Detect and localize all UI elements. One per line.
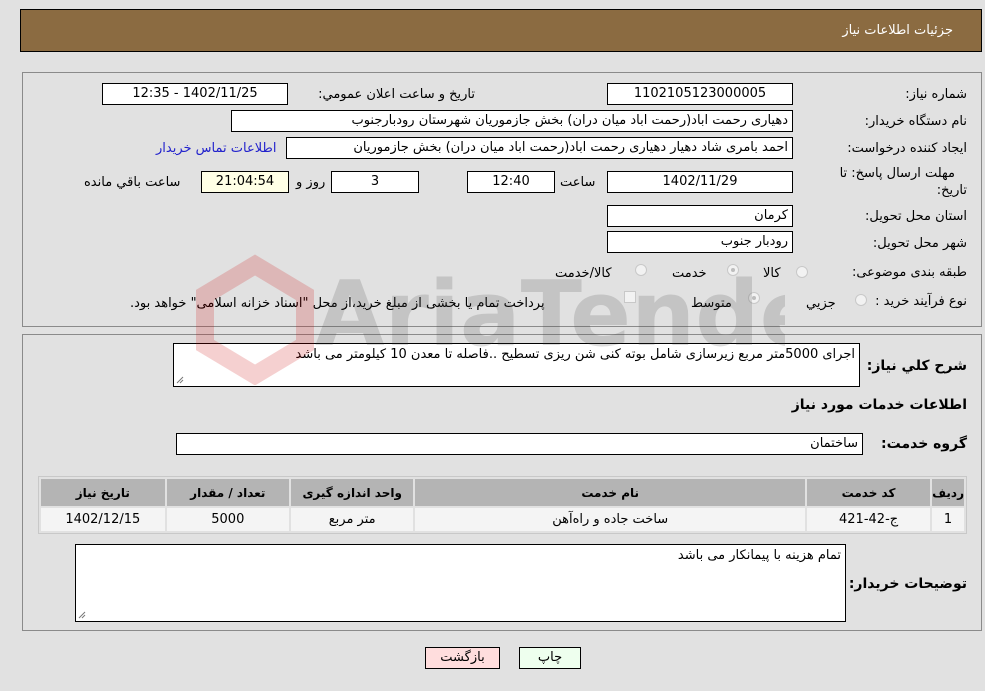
- cell-need-date: 1402/12/15: [41, 508, 165, 531]
- resize-grip-icon[interactable]: [78, 611, 86, 619]
- col-service-name: نام خدمت: [415, 479, 806, 506]
- need-number-label: شماره نیاز:: [905, 87, 967, 102]
- resize-grip-icon[interactable]: [176, 376, 184, 384]
- description-text: اجرای 5000متر مربع زیرسازی شامل بوته کنی…: [295, 347, 855, 362]
- remaining-days-field[interactable]: 3: [331, 171, 419, 193]
- category-radio-goods-service[interactable]: [635, 264, 647, 276]
- description-textarea[interactable]: اجرای 5000متر مربع زیرسازی شامل بوته کنی…: [173, 343, 860, 387]
- creator-field[interactable]: احمد بامری شاد دهیار دهیاری رحمت اباد(رح…: [286, 137, 793, 159]
- process-option-medium: متوسط: [691, 296, 732, 311]
- cell-row-number: 1: [932, 508, 964, 531]
- city-label: شهر محل تحویل:: [872, 236, 967, 251]
- col-service-code: کد خدمت: [807, 479, 931, 506]
- col-unit: واحد اندازه گیری: [291, 479, 414, 506]
- category-radio-service[interactable]: [727, 264, 739, 276]
- announce-datetime-label: تاریخ و ساعت اعلان عمومي:: [318, 87, 475, 102]
- category-option-service: خدمت: [672, 266, 707, 281]
- category-label: طبقه بندی موضوعی:: [851, 265, 967, 280]
- buyer-contact-link[interactable]: اطلاعات تماس خريدار: [156, 141, 276, 156]
- buyer-notes-textarea[interactable]: تمام هزینه با پیمانکار می باشد: [75, 544, 846, 622]
- services-table: ردیف کد خدمت نام خدمت واحد اندازه گیری ت…: [38, 476, 967, 534]
- table-row: 1 ج-42-421 ساخت جاده و راه‌آهن متر مربع …: [41, 508, 964, 531]
- remaining-time-label: ساعت باقي مانده: [84, 175, 181, 190]
- creator-label: ایجاد کننده درخواست:: [847, 141, 967, 156]
- cell-service-code: ج-42-421: [807, 508, 931, 531]
- province-field[interactable]: کرمان: [607, 205, 793, 227]
- province-label: استان محل تحویل:: [865, 209, 967, 224]
- process-radio-medium[interactable]: [748, 292, 760, 304]
- process-type-label: نوع فرآیند خرید :: [875, 294, 967, 309]
- table-header-row: ردیف کد خدمت نام خدمت واحد اندازه گیری ت…: [41, 479, 964, 506]
- col-quantity: تعداد / مقدار: [166, 479, 289, 506]
- cell-quantity: 5000: [166, 508, 289, 531]
- buyer-notes-text: تمام هزینه با پیمانکار می باشد: [677, 548, 841, 563]
- payment-treasury-note: پرداخت تمام یا بخشی از مبلغ خرید،از محل …: [130, 296, 545, 311]
- process-option-minor: جزيي: [806, 296, 836, 311]
- category-option-goods: کالا: [763, 266, 781, 281]
- deadline-label-line2: تاریخ:: [936, 183, 967, 198]
- services-section-title: اطلاعات خدمات مورد نياز: [791, 397, 967, 413]
- print-button[interactable]: چاپ: [519, 647, 581, 669]
- service-group-field[interactable]: ساختمان: [176, 433, 863, 455]
- buyer-org-field[interactable]: دهیاری رحمت اباد(رحمت اباد میان دران) بخ…: [231, 110, 793, 132]
- days-label: روز و: [296, 175, 326, 190]
- page-title: جزئیات اطلاعات نیاز: [842, 23, 953, 38]
- service-group-label: گروه خدمت:: [881, 436, 967, 452]
- announce-datetime-field[interactable]: 1402/11/25 - 12:35: [102, 83, 288, 105]
- deadline-label-line1: مهلت ارسال پاسخ: تا: [839, 166, 955, 181]
- col-row-number: ردیف: [932, 479, 964, 506]
- cell-unit: متر مربع: [291, 508, 414, 531]
- remaining-time-field[interactable]: 21:04:54: [201, 171, 289, 193]
- city-field[interactable]: رودبار جنوب: [607, 231, 793, 253]
- category-option-goods-service: کالا/خدمت: [555, 266, 612, 281]
- deadline-time-label: ساعت: [560, 175, 596, 190]
- col-need-date: تاریخ نیاز: [41, 479, 165, 506]
- page-header: جزئیات اطلاعات نیاز: [20, 9, 982, 52]
- description-label: شرح کلي نياز:: [866, 358, 967, 374]
- deadline-time-field[interactable]: 12:40: [467, 171, 555, 193]
- buyer-org-label: نام دستگاه خريدار:: [864, 114, 967, 129]
- payment-treasury-checkbox[interactable]: [624, 291, 636, 303]
- buyer-notes-label: توضيحات خريدار:: [848, 576, 967, 592]
- process-radio-minor[interactable]: [855, 294, 867, 306]
- category-radio-goods[interactable]: [796, 266, 808, 278]
- back-button[interactable]: بازگشت: [425, 647, 500, 669]
- need-number-field[interactable]: 1102105123000005: [607, 83, 793, 105]
- deadline-date-field[interactable]: 1402/11/29: [607, 171, 793, 193]
- cell-service-name: ساخت جاده و راه‌آهن: [415, 508, 806, 531]
